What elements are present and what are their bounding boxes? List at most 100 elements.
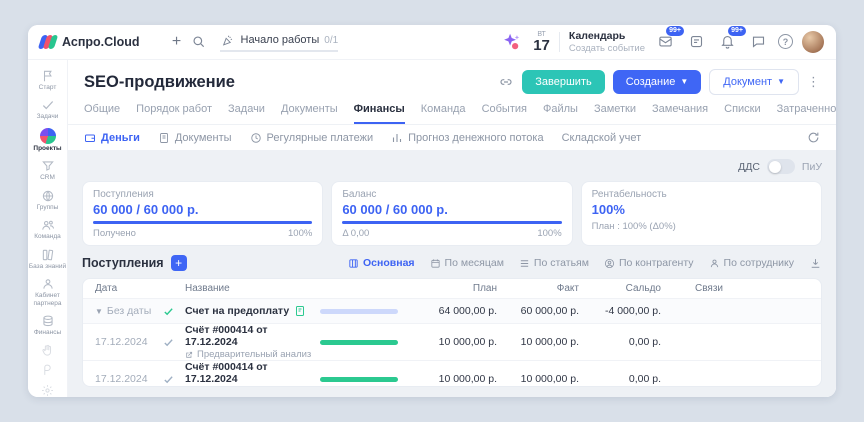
check-icon bbox=[42, 101, 53, 110]
tab-komanda[interactable]: Команда bbox=[421, 103, 466, 124]
add-income-button[interactable]: + bbox=[170, 255, 187, 271]
table-group-row[interactable]: ▼ Без даты Счет на предоплату 64 000,00 р… bbox=[83, 298, 821, 323]
onboarding-progress[interactable]: Начало работы 0/1 bbox=[219, 32, 339, 52]
check-icon bbox=[164, 375, 173, 383]
document-button[interactable]: Документ ▼ bbox=[709, 69, 799, 95]
people-icon bbox=[41, 221, 54, 231]
create-button[interactable]: Создание ▼ bbox=[612, 70, 702, 94]
subtab-regulyarnye-platezhi[interactable]: Регулярные платежи bbox=[250, 132, 373, 144]
app-logo[interactable]: Аспро.Cloud bbox=[37, 35, 140, 49]
today-date[interactable]: Вт 17 bbox=[533, 31, 550, 53]
more-menu-icon[interactable]: ⋮ bbox=[807, 74, 820, 90]
sidebar-item-knowledge-base[interactable]: База знаний bbox=[29, 245, 67, 273]
download-icon[interactable] bbox=[809, 257, 822, 270]
rocket-icon bbox=[44, 364, 51, 375]
tab-zamechaniya[interactable]: Замечания bbox=[652, 103, 708, 124]
subtab-prognoz[interactable]: Прогноз денежного потока bbox=[391, 132, 544, 144]
tab-sobytiya[interactable]: События bbox=[482, 103, 527, 124]
sidebar-item-partner-cabinet[interactable]: Кабинет партнера bbox=[29, 274, 67, 310]
subtab-dengi[interactable]: Деньги bbox=[84, 132, 140, 144]
progress-bar bbox=[342, 221, 562, 224]
mail-badge: 99+ bbox=[666, 25, 684, 36]
subtab-dokumenty[interactable]: Документы bbox=[158, 132, 232, 144]
page-header: SEO-продвижение Завершить Создание ▼ Доку… bbox=[68, 60, 836, 124]
calendar-title: Календарь bbox=[568, 30, 626, 42]
dds-piu-toggle[interactable] bbox=[766, 159, 795, 174]
create-plus-button[interactable]: + bbox=[166, 31, 188, 53]
finance-content: ДДС ПиУ Поступления 60 000 / 60 000 р. П… bbox=[68, 151, 836, 397]
clock-icon bbox=[250, 132, 261, 143]
link-icon[interactable] bbox=[498, 74, 514, 90]
bell-icon[interactable]: 99+ bbox=[716, 25, 746, 53]
document-icon bbox=[159, 132, 168, 143]
main-panel: SEO-продвижение Завершить Создание ▼ Доку… bbox=[68, 60, 836, 397]
project-tabs: Общие Порядок работ Задачи Документы Фин… bbox=[84, 103, 836, 124]
sidebar-item-tasks[interactable]: Задачи bbox=[29, 95, 67, 123]
chat-icon[interactable] bbox=[747, 31, 769, 53]
sidebar-item-projects[interactable]: Проекты bbox=[29, 125, 67, 155]
flag-icon bbox=[43, 70, 52, 82]
view-po-kontragentu[interactable]: По контрагенту bbox=[604, 257, 694, 269]
tab-obshchie[interactable]: Общие bbox=[84, 103, 120, 124]
section-title: Поступления bbox=[82, 256, 164, 270]
contractor-icon bbox=[604, 258, 615, 268]
user-avatar[interactable] bbox=[802, 30, 824, 53]
globe-icon bbox=[42, 190, 53, 202]
tab-dokumenty[interactable]: Документы bbox=[281, 103, 338, 124]
toggle-label-dds[interactable]: ДДС bbox=[738, 161, 760, 173]
sidebar-item-finance[interactable]: Финансы bbox=[29, 311, 67, 339]
chevron-down-icon: ▼ bbox=[680, 77, 689, 86]
section-header: Поступления + Основная По месяцам По ста… bbox=[82, 255, 822, 271]
sidebar-item-groups[interactable]: Группы bbox=[29, 186, 67, 214]
sidebar-item-team[interactable]: Команда bbox=[29, 215, 67, 243]
toggle-label-piu[interactable]: ПиУ bbox=[802, 161, 822, 173]
view-po-mesyatsam[interactable]: По месяцам bbox=[430, 257, 504, 269]
sidebar-item-crm[interactable]: CRM bbox=[29, 156, 67, 184]
person-icon bbox=[710, 259, 718, 267]
gear-icon bbox=[42, 384, 53, 396]
bar-chart-icon bbox=[393, 133, 402, 142]
books-icon bbox=[42, 249, 53, 261]
calendar-shortcut[interactable]: Календарь Создать событие bbox=[569, 30, 645, 54]
logo-icon bbox=[37, 35, 59, 49]
notes-icon[interactable] bbox=[685, 31, 707, 53]
tab-fayly[interactable]: Файлы bbox=[543, 103, 578, 124]
view-po-statyam[interactable]: По статьям bbox=[519, 257, 589, 269]
refresh-icon[interactable] bbox=[807, 131, 820, 144]
ai-sparkle-icon[interactable] bbox=[500, 31, 522, 53]
app-window: Аспро.Cloud + Начало работы 0/1 Вт 17 Ка… bbox=[28, 25, 836, 397]
mail-icon[interactable]: 99+ bbox=[654, 25, 684, 53]
wallet-icon bbox=[85, 134, 95, 142]
day-number: 17 bbox=[533, 36, 550, 54]
invoice-icon[interactable] bbox=[294, 305, 306, 317]
calendar-icon bbox=[430, 258, 440, 268]
tab-zadachi[interactable]: Задачи bbox=[228, 103, 265, 124]
subtab-skladskoy-uchet[interactable]: Складской учет bbox=[562, 132, 642, 144]
tab-poryadok-rabot[interactable]: Порядок работ bbox=[136, 103, 212, 124]
sidebar-item-extra-1[interactable] bbox=[29, 341, 67, 360]
calendar-subtitle: Создать событие bbox=[568, 42, 645, 54]
search-icon[interactable] bbox=[188, 31, 210, 53]
collapse-caret-icon[interactable]: ▼ bbox=[95, 307, 103, 316]
help-icon[interactable]: ? bbox=[778, 34, 793, 50]
tab-zatrachennoe-vremya[interactable]: Затраченное время bbox=[777, 103, 836, 124]
view-osnovnaya[interactable]: Основная bbox=[348, 257, 415, 269]
onboarding-count: 0/1 bbox=[324, 34, 339, 46]
coins-icon bbox=[42, 315, 53, 327]
tab-zametki[interactable]: Заметки bbox=[594, 103, 636, 124]
income-table: Дата Название План Факт Сальдо Связи ▼ Бе… bbox=[82, 278, 822, 387]
card-rentabelnost: Рентабельность 100% План : 100% (Δ0%) bbox=[580, 181, 822, 246]
partner-icon bbox=[42, 279, 53, 290]
finish-button[interactable]: Завершить bbox=[522, 70, 605, 94]
view-po-sotrudniku[interactable]: По сотруднику bbox=[709, 257, 794, 269]
tab-finansy[interactable]: Финансы bbox=[353, 103, 405, 124]
table-view-icon bbox=[349, 258, 358, 268]
tab-spiski[interactable]: Списки bbox=[724, 103, 761, 124]
divider bbox=[558, 31, 560, 52]
table-row[interactable]: 17.12.2024 Счёт #000414 от 17.12.2024 Сб… bbox=[83, 360, 821, 386]
sidebar-item-start[interactable]: Старт bbox=[29, 66, 67, 94]
sidebar-item-extra-2[interactable] bbox=[29, 361, 67, 380]
report-mode-toggle-row: ДДС ПиУ bbox=[82, 159, 822, 174]
sidebar-item-settings[interactable] bbox=[29, 381, 67, 397]
table-row[interactable]: 17.12.2024 Счёт #000414 от 17.12.2024 Пр… bbox=[83, 323, 821, 360]
